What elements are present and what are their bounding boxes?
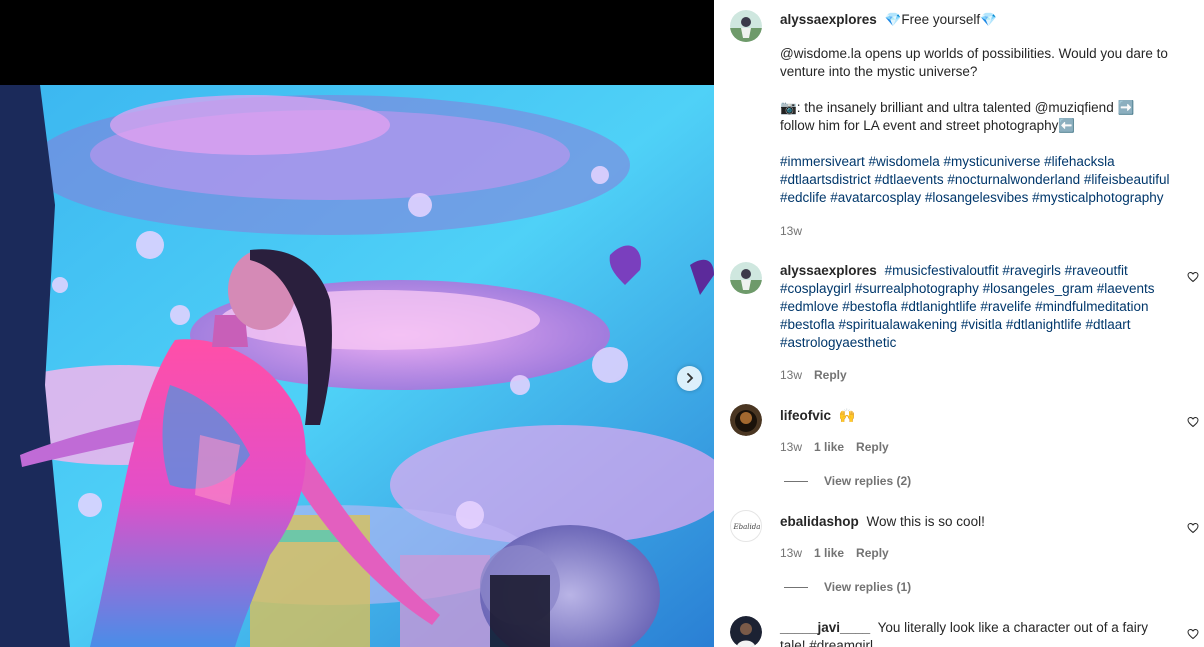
comment-time: 13w	[780, 546, 803, 560]
view-replies-button[interactable]: View replies (1)	[784, 580, 911, 594]
heart-icon[interactable]	[1187, 628, 1199, 640]
likes-count[interactable]: 1 like	[814, 546, 844, 560]
next-photo-button[interactable]	[677, 366, 702, 391]
comment-time: 13w	[780, 368, 803, 382]
comment-username[interactable]: alyssaexplores	[780, 263, 877, 278]
reply-button[interactable]: Reply	[814, 368, 847, 382]
comment-text: 🙌	[838, 408, 856, 423]
caption-hashtags[interactable]: #immersiveart #wisdomela #mysticuniverse…	[780, 153, 1170, 207]
caption-paragraph: 📷: the insanely brilliant and ultra tale…	[780, 100, 1135, 133]
comment-time: 13w	[780, 440, 803, 454]
post-time: 13w	[780, 224, 803, 238]
view-replies-label: View replies (1)	[824, 580, 912, 594]
avatar[interactable]	[730, 262, 762, 294]
avatar[interactable]	[730, 404, 762, 436]
comment-username[interactable]: ebalidashop	[780, 514, 859, 529]
comments-panel: alyssaexplores 💎Free yourself💎 @wisdome.…	[714, 0, 1204, 647]
view-replies-label: View replies (2)	[824, 474, 912, 488]
post-photo	[0, 85, 714, 647]
post-media	[0, 0, 714, 647]
avatar[interactable]: Ebalida	[730, 510, 762, 542]
post-author[interactable]: alyssaexplores	[780, 12, 877, 27]
chevron-right-icon	[684, 371, 696, 387]
divider	[784, 586, 808, 588]
avatar-logo: Ebalida	[733, 523, 761, 531]
avatar[interactable]	[730, 616, 762, 647]
view-replies-button[interactable]: View replies (2)	[784, 474, 911, 488]
caption-title: 💎Free yourself💎	[884, 12, 997, 27]
reply-button[interactable]: Reply	[856, 546, 889, 560]
heart-icon[interactable]	[1187, 271, 1199, 283]
comment-username[interactable]: _____javi____	[780, 620, 870, 635]
reply-button[interactable]: Reply	[856, 440, 889, 454]
divider	[784, 480, 808, 482]
avatar[interactable]	[730, 10, 762, 42]
likes-count[interactable]: 1 like	[814, 440, 844, 454]
heart-icon[interactable]	[1187, 522, 1199, 534]
comment-text: Wow this is so cool!	[866, 514, 985, 529]
comment-username[interactable]: lifeofvic	[780, 408, 831, 423]
heart-icon[interactable]	[1187, 416, 1199, 428]
caption-paragraph: @wisdome.la opens up worlds of possibili…	[780, 46, 1168, 79]
